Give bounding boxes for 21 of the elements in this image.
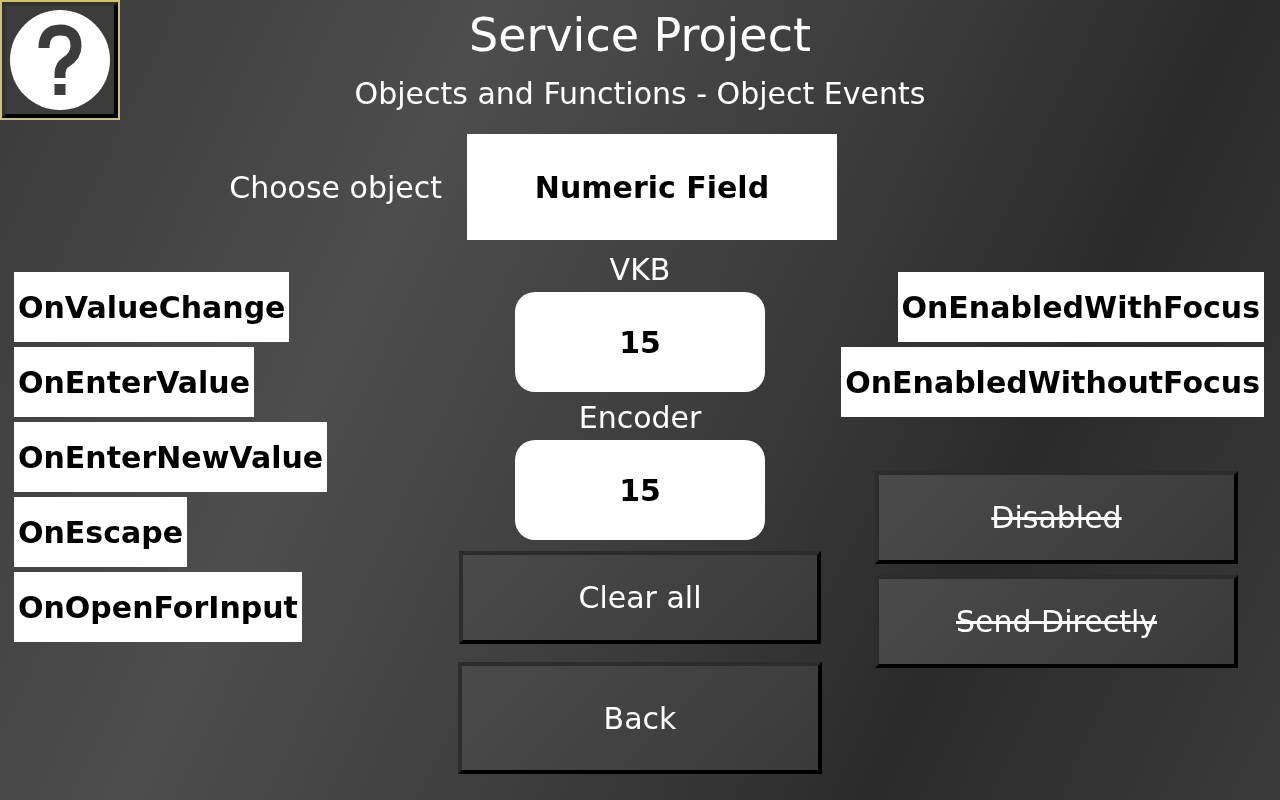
field-label: VKB: [609, 252, 671, 288]
toggle-button[interactable]: Send Directly: [875, 575, 1238, 668]
object-selector[interactable]: Numeric Field: [467, 134, 837, 240]
event-label: OnEnterNewValue: [14, 422, 328, 492]
event-label: OnOpenForInput: [14, 572, 302, 642]
help-icon: [10, 10, 110, 110]
screen-subtitle: Objects and Functions - Object Events: [354, 75, 926, 113]
toggle-button[interactable]: Disabled: [875, 471, 1238, 564]
object-label: Choose object: [228, 169, 442, 205]
screen-title: Service Project: [469, 7, 811, 64]
back-button[interactable]: Back: [458, 662, 822, 774]
field-label: Encoder: [578, 400, 702, 436]
event-label: OnEnabledWithoutFocus: [841, 347, 1264, 417]
event-label: OnEnterValue: [14, 347, 254, 417]
value-field[interactable]: 15: [515, 440, 765, 540]
event-label: OnValueChange: [14, 272, 290, 342]
event-label: OnEscape: [14, 497, 188, 567]
help-button[interactable]: [0, 0, 120, 120]
value-field[interactable]: 15: [515, 292, 765, 392]
clear-button[interactable]: Clear all: [459, 551, 821, 644]
event-label: OnEnabledWithFocus: [897, 272, 1264, 342]
